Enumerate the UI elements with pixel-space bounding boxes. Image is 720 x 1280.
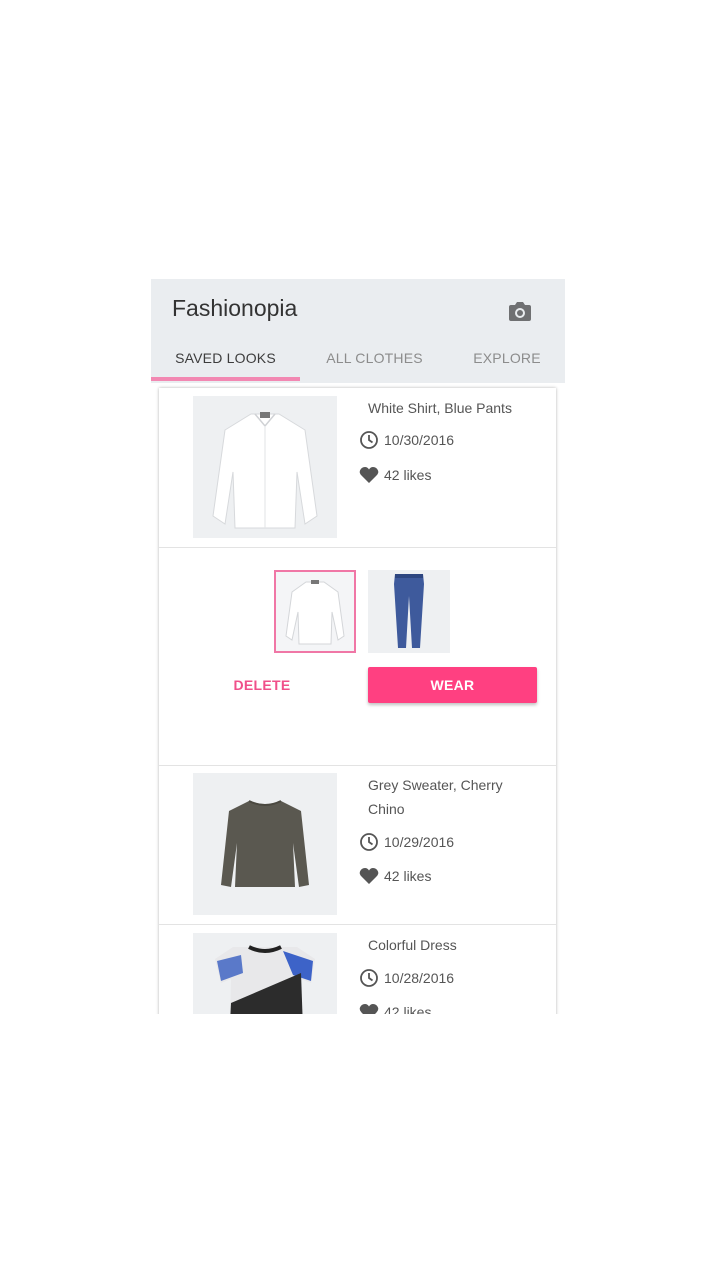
list-item[interactable]: Grey Sweater, Cherry Chino 10/29/2016 42… <box>159 765 556 925</box>
colorful-dress-image <box>193 933 337 1014</box>
heart-icon <box>359 467 379 483</box>
look-details: DELETE WEAR <box>159 548 556 766</box>
clock-icon <box>360 833 378 851</box>
saved-looks-list[interactable]: White Shirt, Blue Pants 10/30/2016 42 li… <box>159 388 556 1014</box>
tab-all-clothes[interactable]: ALL CLOTHES <box>300 337 449 383</box>
look-name: Colorful Dress <box>368 937 457 953</box>
list-item[interactable]: White Shirt, Blue Pants 10/30/2016 42 li… <box>159 388 556 548</box>
date-text: 10/30/2016 <box>384 432 455 448</box>
tab-explore[interactable]: EXPLORE <box>449 337 565 383</box>
look-likes: 42 likes <box>359 1001 431 1014</box>
heart-icon <box>359 1004 379 1014</box>
grey-sweater-image <box>193 773 337 915</box>
list-item[interactable]: Colorful Dress 10/28/2016 42 likes <box>159 925 556 1014</box>
app-bar: Fashionopia SAVED LOOKS ALL CLOTHES EXPL… <box>151 279 565 383</box>
likes-text: 42 likes <box>384 868 432 884</box>
likes-text: 42 likes <box>384 467 432 483</box>
wear-button[interactable]: WEAR <box>368 667 537 703</box>
look-date: 10/28/2016 <box>359 967 454 989</box>
look-likes: 42 likes <box>359 865 431 887</box>
app-title: Fashionopia <box>172 295 298 321</box>
outfit-item-pants[interactable] <box>368 570 450 653</box>
clock-icon <box>360 969 378 987</box>
look-date: 10/30/2016 <box>359 429 454 451</box>
date-text: 10/28/2016 <box>384 970 455 986</box>
look-likes: 42 likes <box>359 464 431 486</box>
outfit-item-shirt[interactable] <box>274 570 356 653</box>
clock-icon <box>360 431 378 449</box>
look-date: 10/29/2016 <box>359 831 454 853</box>
date-text: 10/29/2016 <box>384 834 455 850</box>
likes-text: 42 likes <box>384 1004 432 1014</box>
look-name: Grey Sweater, Cherry Chino <box>368 777 503 817</box>
white-shirt-image <box>193 396 337 538</box>
look-name: White Shirt, Blue Pants <box>368 400 512 416</box>
delete-button[interactable]: DELETE <box>204 667 320 703</box>
tab-indicator <box>151 377 300 381</box>
camera-icon[interactable] <box>507 301 533 323</box>
app-window: Fashionopia SAVED LOOKS ALL CLOTHES EXPL… <box>151 279 565 1014</box>
heart-icon <box>359 868 379 884</box>
